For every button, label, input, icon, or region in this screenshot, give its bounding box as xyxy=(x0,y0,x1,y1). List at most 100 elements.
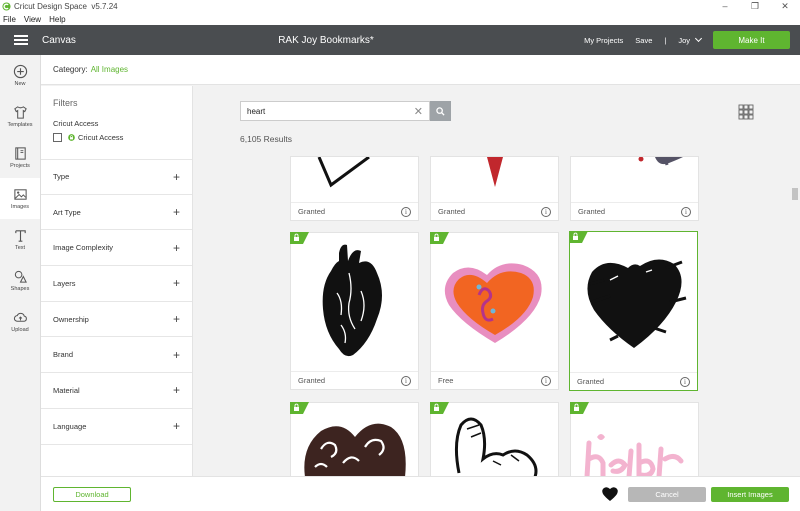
app-header: Canvas RAK Joy Bookmarks* My Projects Sa… xyxy=(0,25,800,55)
header-separator: | xyxy=(664,35,667,45)
make-it-button[interactable]: Make It xyxy=(713,31,790,49)
tile-label: Granted xyxy=(578,207,606,216)
rail-item-images[interactable]: Images xyxy=(0,178,40,219)
user-name: Joy xyxy=(678,35,690,45)
anatomical-heart-icon xyxy=(322,244,382,357)
filter-language[interactable]: Language + xyxy=(41,409,192,445)
menu-view[interactable]: View xyxy=(24,15,41,24)
image-tile[interactable] xyxy=(430,402,559,476)
filter-label: Layers xyxy=(53,278,76,288)
image-tile[interactable]: Free i xyxy=(430,232,559,390)
scrollbar-thumb[interactable] xyxy=(792,188,798,200)
restore-icon[interactable]: ❐ xyxy=(740,0,770,13)
filters-panel: Filters Cricut Access Cricut Access Type… xyxy=(41,86,193,476)
rail-item-shapes[interactable]: Shapes xyxy=(0,260,40,301)
filter-label: Material xyxy=(53,385,80,395)
rail-label: Shapes xyxy=(10,286,30,292)
header-nav: My Projects Save | Joy Make It xyxy=(572,25,790,55)
access-option[interactable]: Cricut Access xyxy=(53,133,192,142)
filter-art-type[interactable]: Art Type + xyxy=(41,195,192,231)
filter-material[interactable]: Material + xyxy=(41,373,192,409)
tile-label: Granted xyxy=(298,376,326,385)
expand-plus-icon[interactable]: + xyxy=(173,205,180,219)
info-icon[interactable]: i xyxy=(401,206,411,217)
filigree-heart-icon xyxy=(304,423,406,476)
cricut-access-icon xyxy=(68,134,75,141)
access-title: Cricut Access xyxy=(53,119,99,128)
rail-label: New xyxy=(14,81,26,87)
filter-type[interactable]: Type + xyxy=(41,159,192,195)
info-icon[interactable]: i xyxy=(680,376,690,387)
orange-swirl-heart-icon xyxy=(444,263,542,343)
image-tile[interactable]: Granted i xyxy=(290,156,419,221)
category-value[interactable]: All Images xyxy=(91,65,128,74)
plus-circle-icon xyxy=(13,64,27,79)
expand-plus-icon[interactable]: + xyxy=(173,276,180,290)
image-tile[interactable]: Granted i xyxy=(570,156,699,221)
rail-item-projects[interactable]: Projects xyxy=(0,137,40,178)
clear-search-icon[interactable]: ✕ xyxy=(414,105,423,118)
expand-plus-icon[interactable]: + xyxy=(173,419,180,433)
text-icon xyxy=(14,230,26,242)
minimize-icon[interactable]: – xyxy=(710,0,740,13)
expand-plus-icon[interactable]: + xyxy=(173,170,180,184)
cloud-upload-icon xyxy=(13,312,27,322)
access-checkbox[interactable] xyxy=(53,133,62,142)
heart-outline-partial-icon xyxy=(317,157,370,188)
insert-images-button[interactable]: Insert Images xyxy=(711,487,789,502)
my-projects-link[interactable]: My Projects xyxy=(584,36,623,45)
image-tile[interactable]: Granted i xyxy=(430,156,559,221)
bottom-action-bar: Download Cancel Insert Images xyxy=(41,476,800,511)
results-count: 6,105 Results xyxy=(240,134,292,144)
grid-view-icon[interactable] xyxy=(738,104,754,120)
filter-image-complexity[interactable]: Image Complexity + xyxy=(41,230,192,267)
menu-file[interactable]: File xyxy=(3,15,16,24)
image-tile[interactable] xyxy=(570,402,699,476)
hand-heart-icon xyxy=(454,417,538,476)
filter-layers[interactable]: Layers + xyxy=(41,266,192,302)
expand-plus-icon[interactable]: + xyxy=(173,312,180,326)
close-icon[interactable]: ✕ xyxy=(770,0,800,13)
access-option-label: Cricut Access xyxy=(78,133,124,142)
user-menu[interactable]: Joy xyxy=(678,34,703,45)
rail-item-upload[interactable]: Upload xyxy=(0,301,40,342)
tile-footer: Granted i xyxy=(431,202,558,220)
info-icon[interactable]: i xyxy=(681,206,691,217)
info-icon[interactable]: i xyxy=(541,375,551,386)
info-icon[interactable]: i xyxy=(541,206,551,217)
filter-brand[interactable]: Brand + xyxy=(41,337,192,374)
tile-footer: Granted i xyxy=(291,371,418,389)
category-bar: Category: All Images xyxy=(41,55,800,85)
rail-label: Text xyxy=(14,245,26,251)
shapes-icon xyxy=(14,270,27,283)
window-title: Cricut Design Space xyxy=(14,2,87,11)
expand-plus-icon[interactable]: + xyxy=(173,348,180,362)
menu-help[interactable]: Help xyxy=(49,15,65,24)
image-tile[interactable]: Granted i xyxy=(290,232,419,390)
scrollbar[interactable] xyxy=(791,158,799,476)
save-link[interactable]: Save xyxy=(635,36,652,45)
search-input[interactable] xyxy=(247,106,407,116)
rail-item-new[interactable]: New xyxy=(0,55,40,96)
tile-label: Granted xyxy=(577,377,605,386)
filter-label: Language xyxy=(53,421,87,431)
filter-label: Art Type xyxy=(53,207,81,217)
tile-footer: Granted i xyxy=(291,202,418,220)
download-button[interactable]: Download xyxy=(53,487,131,502)
tile-footer: Granted i xyxy=(570,372,697,390)
filter-groups: Type + Art Type + Image Complexity + Layers… xyxy=(41,159,192,445)
filter-ownership[interactable]: Ownership + xyxy=(41,302,192,338)
expand-plus-icon[interactable]: + xyxy=(173,241,180,255)
tile-footer: Free i xyxy=(431,371,558,389)
image-tile[interactable] xyxy=(290,402,419,476)
search-button[interactable] xyxy=(430,101,451,121)
image-tile-selected[interactable]: Granted i xyxy=(569,231,698,391)
expand-plus-icon[interactable]: + xyxy=(173,383,180,397)
project-title: RAK Joy Bookmarks* xyxy=(278,34,374,46)
chevron-down-icon xyxy=(694,34,703,42)
rail-item-text[interactable]: Text xyxy=(0,219,40,260)
info-icon[interactable]: i xyxy=(401,375,411,386)
rail-item-templates[interactable]: Templates xyxy=(0,96,40,137)
cancel-button[interactable]: Cancel xyxy=(628,487,706,502)
rail-label: Projects xyxy=(10,163,30,169)
